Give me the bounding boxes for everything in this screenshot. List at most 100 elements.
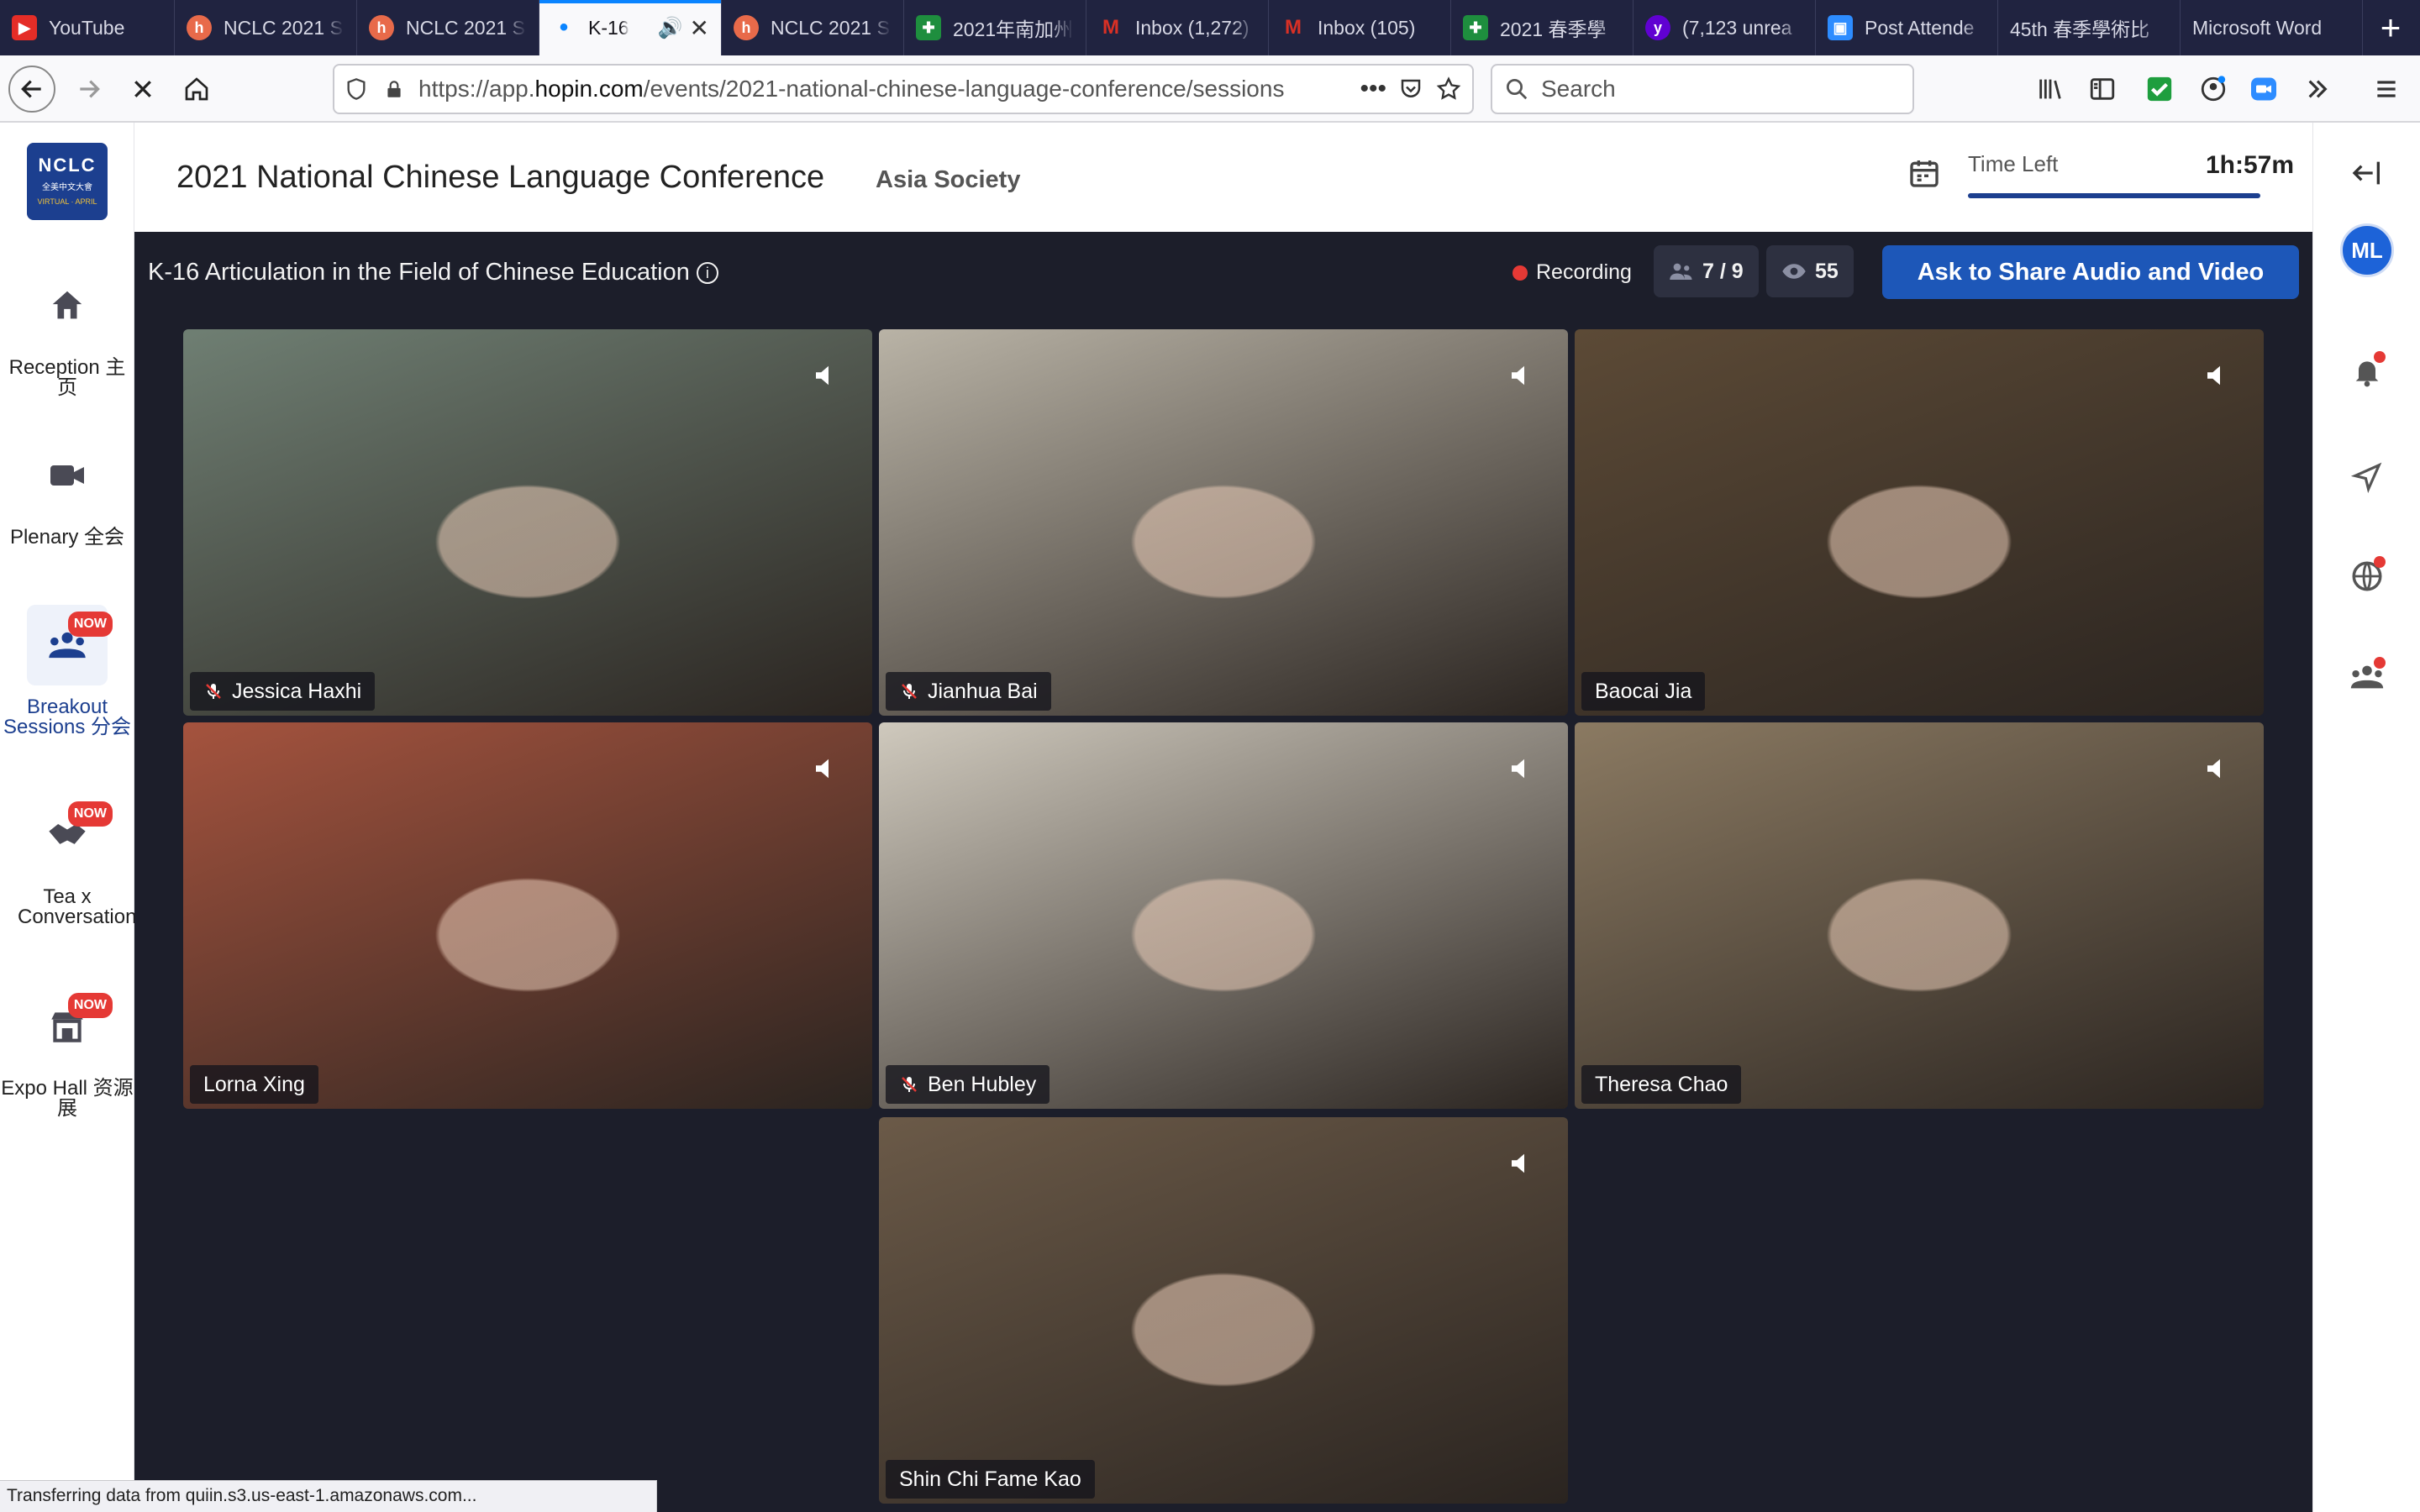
zoom-icon: ▣ xyxy=(1828,15,1853,40)
participants-count[interactable]: 7 / 9 xyxy=(1654,245,1759,297)
paper-plane-icon xyxy=(2351,462,2382,493)
forward-button[interactable] xyxy=(66,66,113,113)
video-tile[interactable]: Lorna Xing xyxy=(183,722,872,1109)
notification-dot xyxy=(2374,351,2386,363)
notifications-button[interactable] xyxy=(2338,343,2396,400)
browser-tab-label: Microsoft Word xyxy=(2192,16,2323,39)
browser-tab[interactable]: Microsoft Word xyxy=(2181,0,2363,55)
browser-tab[interactable]: 45th 春季學術比 xyxy=(1998,0,2181,55)
info-icon[interactable]: i xyxy=(696,262,718,285)
speaker-icon[interactable] xyxy=(1507,1151,1533,1176)
browser-tab-label: Post Attende xyxy=(1865,16,1975,39)
speaker-icon[interactable] xyxy=(812,756,837,781)
browser-status-bar: Transferring data from quiin.s3.us-east-… xyxy=(0,1480,657,1512)
avatar[interactable]: ML xyxy=(2340,223,2394,277)
gmail-icon: M xyxy=(1102,16,1119,39)
sidebar-item-plenary[interactable]: Plenary 全会 xyxy=(0,435,134,548)
browser-tab[interactable]: h NCLC 2021 S xyxy=(357,0,539,55)
now-badge: NOW xyxy=(67,612,113,637)
zoom-extension-icon[interactable] xyxy=(2245,71,2282,108)
library-icon[interactable] xyxy=(2032,71,2069,108)
search-bar[interactable]: Search xyxy=(1491,64,1914,114)
event-header: 2021 National Chinese Language Conferenc… xyxy=(134,123,2312,232)
sheets-icon: ✚ xyxy=(1463,15,1488,40)
new-tab-button[interactable]: + xyxy=(2361,0,2420,55)
language-button[interactable] xyxy=(2338,548,2396,605)
hamburger-menu-icon[interactable] xyxy=(2368,71,2405,108)
speaker-icon[interactable] xyxy=(1507,363,1533,388)
browser-tab[interactable]: ✚ 2021年南加州 xyxy=(904,0,1086,55)
video-tile[interactable]: Theresa Chao xyxy=(1575,722,2264,1109)
browser-tab-label: 45th 春季學術比 xyxy=(2010,18,2150,40)
pocket-icon[interactable] xyxy=(1398,76,1423,102)
browser-tab[interactable]: ▣ Post Attende xyxy=(1816,0,1998,55)
collapse-panel-button[interactable] xyxy=(2338,144,2396,202)
video-tile[interactable]: Baocai Jia xyxy=(1575,329,2264,716)
speaker-icon[interactable] xyxy=(2203,363,2228,388)
notification-dot xyxy=(2374,657,2386,669)
muted-microphone-icon xyxy=(902,684,917,699)
video-tile[interactable]: Shin Chi Fame Kao xyxy=(879,1117,1568,1504)
stop-button[interactable] xyxy=(119,66,166,113)
sidebar-item-expo-hall[interactable]: NOW Expo Hall 资源展 xyxy=(0,986,134,1119)
browser-tab[interactable]: y (7,123 unrea xyxy=(1634,0,1816,55)
more-tools-chevron-icon[interactable] xyxy=(2299,71,2336,108)
close-tab-icon[interactable]: ✕ xyxy=(690,14,709,42)
browser-tab[interactable]: • K-16 🔊 ✕ xyxy=(539,0,722,55)
browser-tab[interactable]: M Inbox (105) xyxy=(1269,0,1451,55)
video-tile[interactable]: Jessica Haxhi xyxy=(183,329,872,716)
speaker-icon[interactable]: 🔊 xyxy=(658,16,683,40)
sidebar-item-label: Plenary 全会 xyxy=(9,526,125,549)
browser-tab[interactable]: ▶ YouTube xyxy=(0,0,175,55)
sidebar-item-reception[interactable]: Reception 主页 xyxy=(0,265,134,398)
yahoo-icon: y xyxy=(1645,15,1670,40)
participant-name-tag: Baocai Jia xyxy=(1581,672,1706,711)
sheets-icon: ✚ xyxy=(916,15,941,40)
arrow-left-bar-icon xyxy=(2352,161,2380,185)
video-tile[interactable]: Ben Hubley xyxy=(879,722,1568,1109)
recording-indicator: Recording xyxy=(1512,260,1632,285)
back-button[interactable] xyxy=(8,66,55,113)
record-dot-icon xyxy=(1512,265,1528,281)
event-organizer[interactable]: Asia Society xyxy=(876,166,1020,194)
participant-name-tag: Jessica Haxhi xyxy=(190,672,376,711)
gmail-icon: M xyxy=(1285,16,1302,39)
event-logo[interactable]: NCLC 全美中文大會 VIRTUAL · APRIL xyxy=(27,143,108,220)
time-left-progress xyxy=(1968,193,2260,198)
browser-tab[interactable]: ✚ 2021 春季學 xyxy=(1451,0,1634,55)
participant-name-tag: Lorna Xing xyxy=(190,1065,318,1104)
logo-line1: NCLC xyxy=(38,155,97,176)
checkmark-extension-icon[interactable] xyxy=(2141,71,2178,108)
people-button[interactable] xyxy=(2338,648,2396,706)
browser-tab[interactable]: M Inbox (1,272) xyxy=(1086,0,1269,55)
video-tile[interactable]: Jianhua Bai xyxy=(879,329,1568,716)
speaker-icon[interactable] xyxy=(1507,756,1533,781)
browser-tab[interactable]: h NCLC 2021 S xyxy=(722,0,904,55)
participant-name: Ben Hubley xyxy=(928,1072,1037,1096)
sidebar-item-breakout-sessions[interactable]: NOW Breakout Sessions 分会 xyxy=(0,605,134,738)
home-button[interactable] xyxy=(173,66,220,113)
sidebar-toggle-icon[interactable] xyxy=(2084,71,2121,108)
calendar-icon[interactable] xyxy=(1907,156,1943,192)
search-icon xyxy=(1507,79,1528,100)
logo-line2: 全美中文大會 xyxy=(42,183,92,192)
lock-icon[interactable] xyxy=(383,78,405,100)
close-icon xyxy=(134,81,151,97)
address-bar[interactable]: https://app.hopin.com/events/2021-nation… xyxy=(333,64,1474,114)
ask-to-share-button[interactable]: Ask to Share Audio and Video xyxy=(1882,245,2299,299)
page-actions-icon[interactable]: ••• xyxy=(1360,75,1386,103)
sidebar-item-tea-conversation[interactable]: NOW Tea x Conversation xyxy=(0,795,136,927)
url-prefix: https://app. xyxy=(418,76,535,102)
browser-tab-label: YouTube xyxy=(49,16,125,39)
eye-icon xyxy=(1782,264,1806,279)
bookmark-star-icon[interactable] xyxy=(1435,76,1462,102)
url-path: /events/2021-national-chinese-language-c… xyxy=(643,76,1285,102)
browser-tab-label: 2021年南加州 xyxy=(953,18,1074,40)
browser-tab[interactable]: h NCLC 2021 S xyxy=(175,0,357,55)
send-message-button[interactable] xyxy=(2338,449,2396,506)
speaker-icon[interactable] xyxy=(2203,756,2228,781)
shield-icon[interactable] xyxy=(345,77,368,101)
account-extension-icon[interactable] xyxy=(2195,71,2232,108)
hopin-icon: h xyxy=(734,15,759,40)
speaker-icon[interactable] xyxy=(812,363,837,388)
